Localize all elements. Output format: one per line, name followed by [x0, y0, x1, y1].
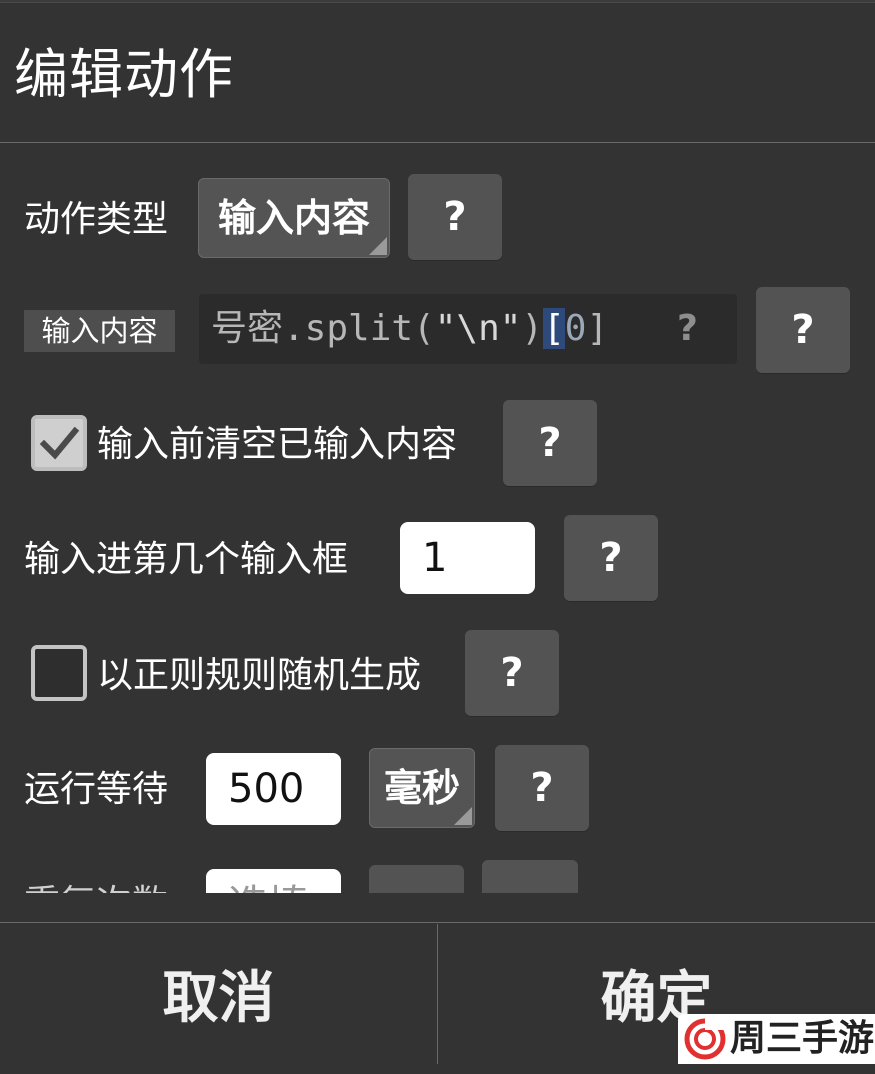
status-bar-edge [0, 0, 875, 3]
checkmark-icon [39, 426, 80, 460]
code-string: "\n" [434, 308, 522, 349]
code-prefix: 号密.split( [211, 308, 435, 349]
dialog-title: 编辑动作 [14, 43, 234, 106]
watermark-logo-icon [684, 1016, 728, 1060]
title-divider [0, 142, 875, 143]
regex-random-help-button[interactable]: ? [465, 630, 559, 716]
action-type-label: 动作类型 [24, 199, 169, 240]
cancel-button[interactable]: 取消 [0, 924, 437, 1064]
spinner-corner-icon [369, 237, 387, 255]
spinner-corner-icon [454, 807, 472, 825]
inline-help-icon[interactable]: ? [677, 294, 698, 364]
run-wait-field[interactable]: 500 [206, 753, 341, 825]
clear-before-input-label[interactable]: 输入前清空已输入内容 [97, 423, 457, 467]
watermark-text: 周三手游网 [730, 1018, 875, 1059]
input-box-index-help-button[interactable]: ? [564, 515, 658, 601]
repeat-unit-button[interactable] [369, 865, 464, 893]
clear-before-input-checkbox[interactable] [31, 415, 87, 471]
regex-random-label[interactable]: 以正则规则随机生成 [97, 654, 421, 698]
action-type-value: 输入内容 [217, 196, 370, 240]
code-index: 0 [564, 308, 587, 349]
run-wait-unit-spinner[interactable]: 毫秒 [369, 748, 475, 828]
run-wait-unit-value: 毫秒 [383, 766, 460, 810]
action-type-help-button[interactable]: ? [408, 174, 502, 260]
code-close-paren: ) [521, 308, 544, 349]
repeat-count-field[interactable]: 选填 [206, 869, 341, 893]
watermark-badge: 周三手游网 [678, 1014, 875, 1064]
repeat-help-button[interactable] [482, 860, 578, 893]
input-content-field[interactable]: 号密.split("\n")[0] ? [199, 294, 737, 364]
input-content-tag: 输入内容 [24, 310, 175, 352]
input-box-index-label: 输入进第几个输入框 [24, 539, 349, 580]
input-content-help-button[interactable]: ? [756, 287, 850, 373]
run-wait-label: 运行等待 [24, 769, 169, 810]
action-type-spinner[interactable]: 输入内容 [198, 178, 390, 258]
code-bracket-close: ] [586, 308, 609, 349]
clear-before-input-help-button[interactable]: ? [503, 400, 597, 486]
text-cursor-highlight: [ [543, 308, 565, 349]
regex-random-checkbox[interactable] [31, 645, 87, 701]
footer-divider [0, 922, 875, 923]
input-box-index-field[interactable]: 1 [400, 522, 535, 594]
run-wait-help-button[interactable]: ? [495, 745, 589, 831]
repeat-count-label: 重复次数 [24, 882, 168, 893]
scroll-clip-row: 重复次数 选填 [0, 860, 875, 893]
